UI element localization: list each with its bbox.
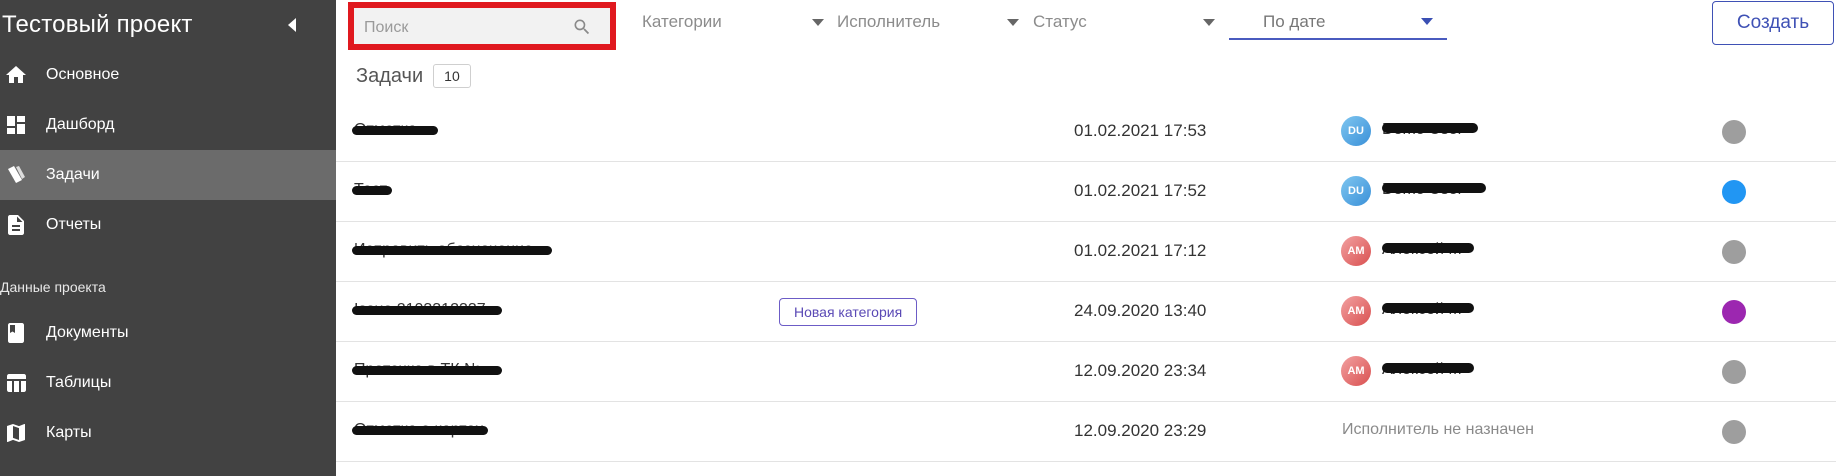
dashboard-icon [4, 113, 28, 137]
task-assignee-unassigned: Исполнитель не назначен [1342, 421, 1534, 438]
sidebar-item-dashboard[interactable]: Дашборд [0, 100, 336, 150]
redaction-mark [352, 426, 488, 435]
redaction-mark [352, 186, 392, 195]
task-date: 12.09.2020 23:34 [1074, 361, 1207, 380]
avatar: AM [1341, 356, 1371, 386]
sidebar-item-tables[interactable]: Таблицы [0, 358, 336, 408]
sidebar-item-label: Дашборд [46, 116, 115, 133]
sidebar-item-label: Документы [46, 324, 129, 341]
category-filter-label: Категории [642, 12, 722, 31]
redaction-mark [352, 306, 502, 315]
app: Тестовый проект Основное Дашборд Задачи [0, 0, 1836, 476]
avatar: AM [1341, 236, 1371, 266]
status-dot[interactable] [1722, 240, 1746, 264]
table-row[interactable]: Исправить обозначение 01.02.2021 17:12 A… [336, 222, 1836, 282]
assignee-filter-label: Исполнитель [837, 12, 941, 31]
sidebar-header: Тестовый проект [0, 0, 336, 50]
toolbar: Категории Исполнитель Статус По дате Соз… [336, 0, 1836, 52]
home-icon [4, 63, 28, 87]
search-box[interactable] [348, 2, 616, 50]
table-row[interactable]: Протечка в ТК №. 12.09.2020 23:34 AM Але… [336, 342, 1836, 402]
redaction-mark [1382, 363, 1474, 373]
status-dot[interactable] [1722, 300, 1746, 324]
sidebar-section-project-data: Данные проекта [0, 279, 106, 295]
task-date: 24.09.2020 13:40 [1074, 301, 1207, 320]
book-icon [4, 321, 28, 345]
redaction-mark [1382, 183, 1486, 193]
tasks-header: Задачи 10 [356, 64, 471, 88]
category-filter[interactable]: Категории [642, 12, 832, 34]
task-date: 01.02.2021 17:53 [1074, 121, 1207, 140]
status-dot[interactable] [1722, 360, 1746, 384]
project-title: Тестовый проект [2, 11, 193, 38]
sort-select-label: По дате [1263, 12, 1326, 31]
redaction-mark [1382, 123, 1478, 133]
category-badge[interactable]: Новая категория [779, 298, 918, 326]
table-row[interactable]: Отметка 01.02.2021 17:53 DU Demo User [336, 102, 1836, 162]
avatar: DU [1341, 176, 1371, 206]
sidebar-item-label: Карты [46, 424, 92, 441]
sort-select[interactable]: По дате [1229, 8, 1447, 40]
status-dot[interactable] [1722, 420, 1746, 444]
redaction-mark [352, 366, 502, 375]
sidebar-item-reports[interactable]: Отчеты [0, 200, 336, 250]
sidebar-item-maps[interactable]: Карты [0, 408, 336, 458]
redaction-mark [352, 246, 552, 255]
assignee-filter[interactable]: Исполнитель [837, 12, 1027, 34]
create-button[interactable]: Создать [1712, 1, 1834, 45]
avatar: AM [1341, 296, 1371, 326]
search-icon[interactable] [572, 17, 592, 37]
task-date: 01.02.2021 17:12 [1074, 241, 1207, 260]
table-row[interactable]: Issue 2103312337 Новая категория 24.09.2… [336, 282, 1836, 342]
status-dot[interactable] [1722, 120, 1746, 144]
avatar: DU [1341, 116, 1371, 146]
sidebar-item-tasks[interactable]: Задачи [0, 150, 336, 200]
tasks-count-badge: 10 [433, 64, 471, 88]
sidebar-item-label: Отчеты [46, 216, 102, 233]
report-icon [4, 213, 28, 237]
sidebar-item-main[interactable]: Основное [0, 50, 336, 100]
redaction-mark [1382, 243, 1474, 253]
collapse-sidebar-icon[interactable] [288, 18, 296, 32]
redaction-mark [352, 126, 438, 135]
status-filter-label: Статус [1033, 12, 1087, 31]
chevron-down-icon [812, 19, 824, 26]
table-icon [4, 371, 28, 395]
sidebar-item-documents[interactable]: Документы [0, 308, 336, 358]
task-date: 01.02.2021 17:52 [1074, 181, 1207, 200]
chevron-down-icon [1421, 18, 1433, 25]
sidebar-item-label: Задачи [46, 166, 100, 183]
task-list: Отметка 01.02.2021 17:53 DU Demo User Те… [336, 102, 1836, 462]
chevron-down-icon [1007, 19, 1019, 26]
tasks-icon [4, 163, 28, 187]
redaction-mark [1382, 303, 1474, 313]
tasks-title: Задачи [356, 64, 424, 87]
table-row[interactable]: Отметка о картах 12.09.2020 23:29 Исполн… [336, 402, 1836, 462]
status-dot[interactable] [1722, 180, 1746, 204]
main-content: Категории Исполнитель Статус По дате Соз… [336, 0, 1836, 476]
sidebar-item-label: Основное [46, 66, 120, 83]
task-date: 12.09.2020 23:29 [1074, 421, 1207, 440]
status-filter[interactable]: Статус [1033, 12, 1223, 34]
sidebar-item-label: Таблицы [46, 374, 112, 391]
sidebar: Тестовый проект Основное Дашборд Задачи [0, 0, 336, 476]
search-input[interactable] [364, 17, 564, 39]
chevron-down-icon [1203, 19, 1215, 26]
table-row[interactable]: Тест 01.02.2021 17:52 DU Demo User [336, 162, 1836, 222]
map-icon [4, 421, 28, 445]
